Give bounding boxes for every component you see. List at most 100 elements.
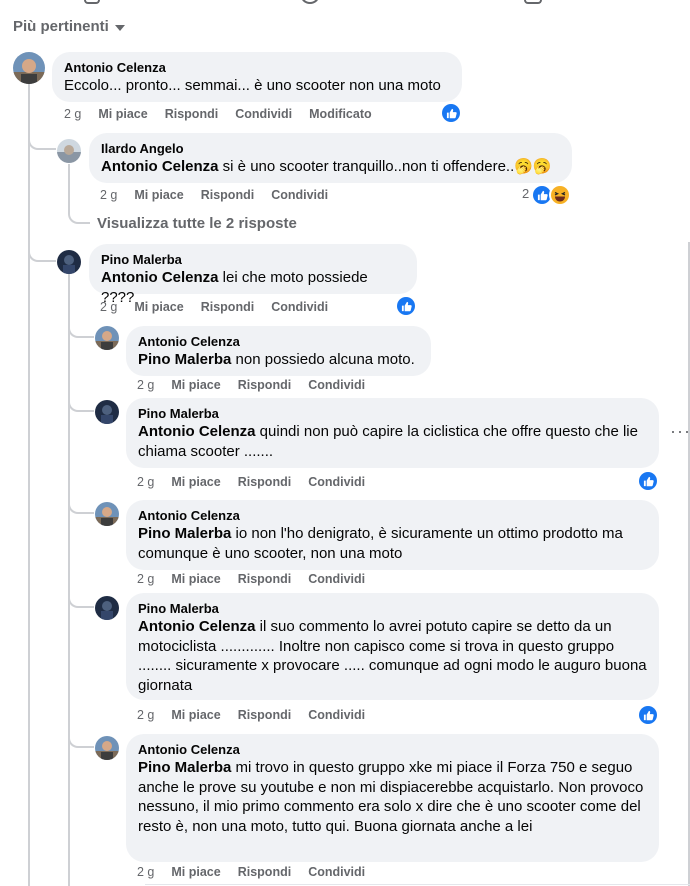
comment-author[interactable]: Antonio Celenza <box>138 508 647 524</box>
comment-time[interactable]: 2 g <box>137 572 154 586</box>
share-button[interactable]: Condividi <box>308 378 365 392</box>
like-button[interactable]: Mi piace <box>171 378 220 392</box>
comment-bubble: Pino Malerba Antonio Celenza quindi non … <box>126 398 659 468</box>
like-reaction-icon[interactable] <box>533 186 551 204</box>
thread-connector <box>28 134 56 150</box>
chevron-down-icon <box>114 24 125 31</box>
share-button[interactable]: Condividi <box>308 475 365 489</box>
comment-author[interactable]: Antonio Celenza <box>64 60 450 76</box>
comment-text: Pino Malerba non possiedo alcuna moto. <box>138 351 415 368</box>
comment-actions: 2 g Mi piace Rispondi Condividi Modifica… <box>64 107 372 121</box>
like-button[interactable]: Mi piace <box>134 300 183 314</box>
like-reaction-icon[interactable] <box>442 104 460 122</box>
comment-text: Antonio Celenza il suo commento lo avrei… <box>138 618 647 694</box>
sort-selector[interactable]: Più pertinenti <box>13 18 125 35</box>
comment-actions: 2 g Mi piace Rispondi Condividi <box>100 188 328 202</box>
haha-reaction-icon[interactable] <box>551 186 569 204</box>
mention-tag[interactable]: Pino Malerba <box>138 525 231 542</box>
comment-bubble: Antonio Celenza Pino Malerba mi trovo in… <box>126 734 659 862</box>
avatar[interactable] <box>95 502 119 526</box>
comment-text: Pino Malerba mi trovo in questo gruppo x… <box>138 759 644 835</box>
mention-tag[interactable]: Pino Malerba <box>138 351 231 368</box>
avatar[interactable] <box>95 400 119 424</box>
comment-author[interactable]: Pino Malerba <box>101 252 405 268</box>
comment-time[interactable]: 2 g <box>137 708 154 722</box>
reaction-count[interactable]: 2 <box>522 186 529 201</box>
reply-button[interactable]: Rispondi <box>201 300 254 314</box>
like-reaction-icon[interactable] <box>397 297 415 315</box>
thread-line <box>68 164 70 214</box>
reply-button[interactable]: Rispondi <box>238 708 291 722</box>
reply-button[interactable]: Rispondi <box>238 378 291 392</box>
comment-text: Antonio Celenza si è uno scooter tranqui… <box>101 158 552 175</box>
reply-button[interactable]: Rispondi <box>165 107 218 121</box>
comment-bubble: Antonio Celenza Pino Malerba non possied… <box>126 326 431 376</box>
like-button[interactable]: Mi piace <box>171 572 220 586</box>
comment-author[interactable]: Antonio Celenza <box>138 334 419 350</box>
view-replies-link[interactable]: Visualizza tutte le 2 risposte <box>97 215 297 232</box>
reply-button[interactable]: Rispondi <box>238 865 291 879</box>
comment-time[interactable]: 2 g <box>100 300 117 314</box>
reply-button[interactable]: Rispondi <box>238 572 291 586</box>
more-options-icon[interactable]: ··· <box>670 421 690 442</box>
thread-connector <box>68 398 94 412</box>
avatar[interactable] <box>95 596 119 620</box>
comment-actions: 2 g Mi piace Rispondi Condividi <box>137 708 365 722</box>
share-button[interactable]: Condividi <box>235 107 292 121</box>
comment-text: Pino Malerba io non l'ho denigrato, è si… <box>138 525 623 562</box>
comment-text: Antonio Celenza quindi non può capire la… <box>138 423 638 460</box>
comment-actions: 2 g Mi piace Rispondi Condividi <box>137 572 365 586</box>
share-button[interactable]: Condividi <box>308 708 365 722</box>
divider <box>145 884 690 885</box>
like-reaction-icon[interactable] <box>639 706 657 724</box>
avatar[interactable] <box>95 326 119 350</box>
comment-actions: 2 g Mi piace Rispondi Condividi <box>137 865 365 879</box>
thread-connector <box>68 594 94 608</box>
comment-time[interactable]: 2 g <box>137 475 154 489</box>
comment-time[interactable]: 2 g <box>137 865 154 879</box>
comment-actions: 2 g Mi piace Rispondi Condividi <box>137 475 365 489</box>
mention-tag[interactable]: Antonio Celenza <box>138 423 256 440</box>
share-button[interactable]: Condividi <box>308 572 365 586</box>
thread-connector <box>68 734 94 748</box>
thread-connector <box>28 246 56 262</box>
like-button[interactable]: Mi piace <box>134 188 183 202</box>
like-button[interactable]: Mi piace <box>171 475 220 489</box>
like-reaction-icon[interactable] <box>639 472 657 490</box>
toolbar-fragment <box>84 0 100 4</box>
comment-author[interactable]: Antonio Celenza <box>138 742 647 758</box>
comment-actions: 2 g Mi piace Rispondi Condividi <box>100 300 328 314</box>
share-button[interactable]: Condividi <box>271 300 328 314</box>
mention-tag[interactable]: Antonio Celenza <box>101 158 219 175</box>
mention-tag[interactable]: Antonio Celenza <box>101 269 219 286</box>
edited-label[interactable]: Modificato <box>309 107 372 121</box>
comment-author[interactable]: Pino Malerba <box>138 406 647 422</box>
like-button[interactable]: Mi piace <box>171 708 220 722</box>
reply-button[interactable]: Rispondi <box>238 475 291 489</box>
avatar[interactable] <box>57 250 81 274</box>
comment-text: Eccolo... pronto... semmai... è uno scoo… <box>64 77 441 94</box>
avatar[interactable] <box>57 139 81 163</box>
mention-tag[interactable]: Pino Malerba <box>138 759 231 776</box>
avatar[interactable] <box>95 736 119 760</box>
thread-connector <box>68 324 94 338</box>
share-button[interactable]: Condividi <box>271 188 328 202</box>
share-button[interactable]: Condividi <box>308 865 365 879</box>
reply-button[interactable]: Rispondi <box>201 188 254 202</box>
like-button[interactable]: Mi piace <box>171 865 220 879</box>
thread-connector <box>68 500 94 514</box>
like-button[interactable]: Mi piace <box>98 107 147 121</box>
comment-time[interactable]: 2 g <box>137 378 154 392</box>
comment-bubble: Ilardo Angelo Antonio Celenza si è uno s… <box>89 133 572 183</box>
sort-label: Più pertinenti <box>13 18 109 35</box>
comment-author[interactable]: Ilardo Angelo <box>101 141 560 157</box>
comment-time[interactable]: 2 g <box>64 107 81 121</box>
comment-bubble: Antonio Celenza Eccolo... pronto... semm… <box>52 52 462 102</box>
comment-author[interactable]: Pino Malerba <box>138 601 647 617</box>
avatar[interactable] <box>13 52 45 84</box>
thread-line <box>28 84 30 886</box>
comment-time[interactable]: 2 g <box>100 188 117 202</box>
thread-line <box>68 274 70 886</box>
mention-tag[interactable]: Antonio Celenza <box>138 618 256 635</box>
comment-bubble: Antonio Celenza Pino Malerba io non l'ho… <box>126 500 659 570</box>
